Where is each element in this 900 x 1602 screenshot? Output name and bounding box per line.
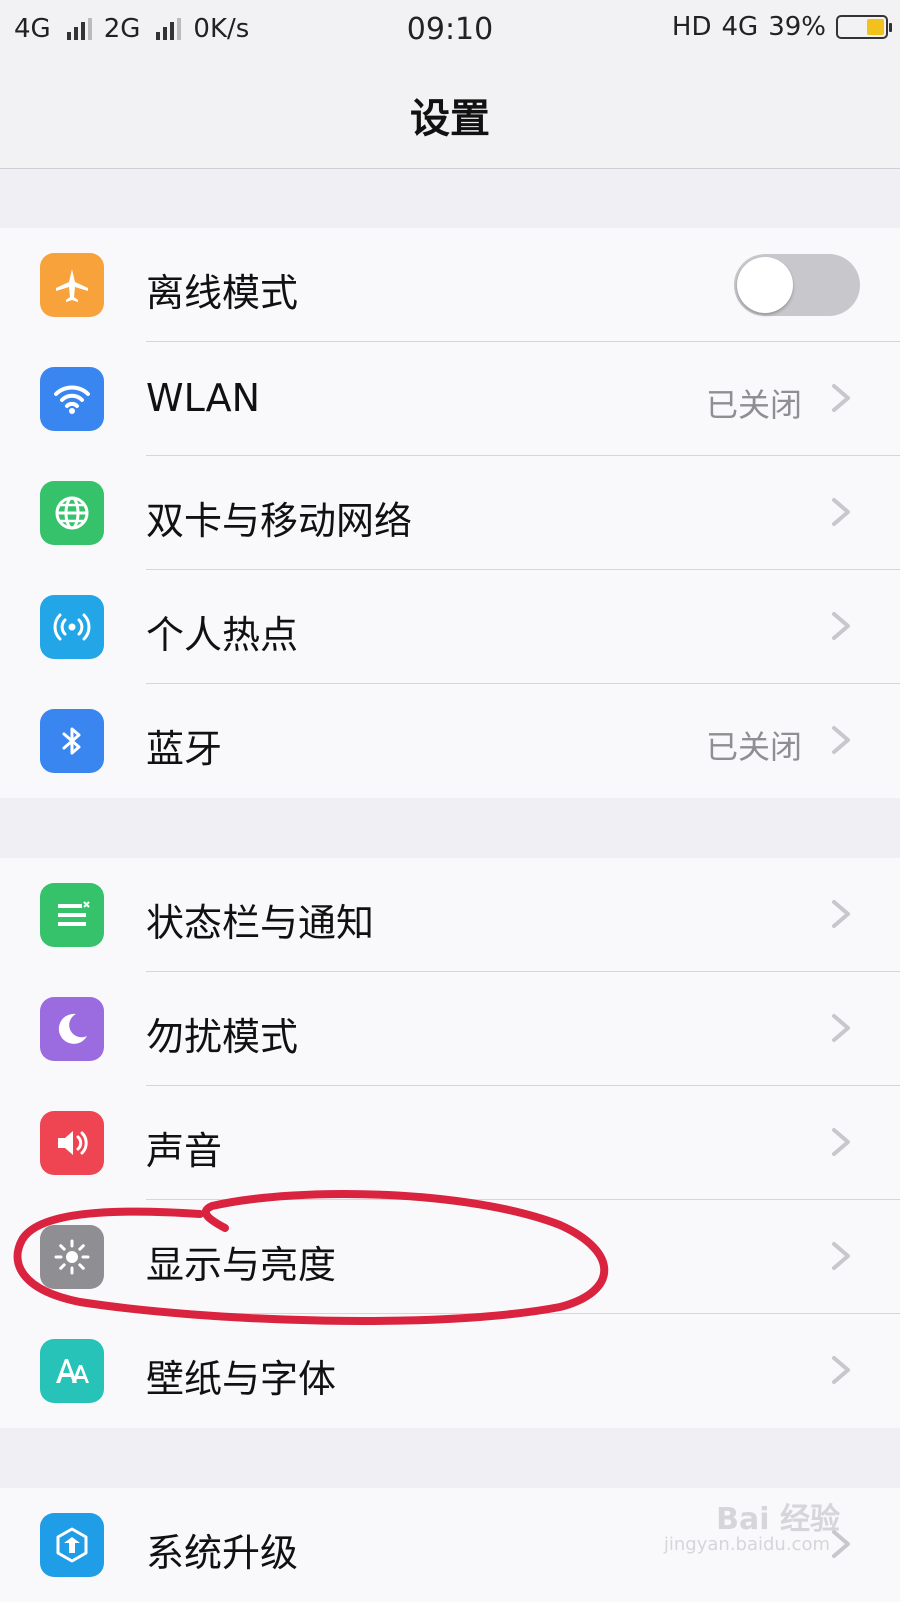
sun-icon — [40, 1225, 104, 1289]
settings-row-value: 已关闭 — [705, 386, 802, 424]
battery-percent: 39% — [768, 12, 826, 42]
watermark-url: jingyan.baidu.com — [663, 1534, 830, 1555]
airplane-mode-toggle[interactable] — [734, 254, 860, 316]
bluetooth-icon — [40, 709, 104, 773]
navigation-bar: 设置 — [0, 60, 900, 169]
settings-row-label: 声音 — [146, 1129, 223, 1173]
speaker-icon — [40, 1111, 104, 1175]
notification-list-icon — [40, 883, 104, 947]
hd-label: HD — [671, 12, 712, 42]
settings-row-do-not-disturb[interactable]: 勿扰模式 — [0, 972, 900, 1086]
settings-row-dual-sim[interactable]: 双卡与移动网络 — [0, 456, 900, 570]
upgrade-icon — [40, 1513, 104, 1577]
chevron-right-icon — [832, 1128, 850, 1156]
settings-row-label: 壁纸与字体 — [146, 1357, 337, 1401]
chevron-right-icon — [832, 900, 850, 928]
settings-group-network: 离线模式 WLAN 已关闭 双卡与移动网络 个人热点 蓝牙 已关闭 — [0, 228, 900, 798]
settings-row-bluetooth[interactable]: 蓝牙 已关闭 — [0, 684, 900, 798]
settings-row-label: 勿扰模式 — [146, 1015, 299, 1059]
chevron-right-icon — [832, 1356, 850, 1384]
settings-group-display: 状态栏与通知 勿扰模式 声音 显示与亮度 壁纸与字体 — [0, 858, 900, 1428]
chevron-right-icon — [832, 384, 850, 412]
battery-icon — [836, 15, 892, 39]
chevron-right-icon — [832, 498, 850, 526]
settings-row-wallpaper-fonts[interactable]: 壁纸与字体 — [0, 1314, 900, 1428]
toggle-knob — [737, 257, 793, 313]
chevron-right-icon — [832, 726, 850, 754]
battery-fill — [867, 19, 884, 35]
settings-row-status-bar-notifications[interactable]: 状态栏与通知 — [0, 858, 900, 972]
settings-row-wlan[interactable]: WLAN 已关闭 — [0, 342, 900, 456]
globe-icon — [40, 481, 104, 545]
settings-row-value: 已关闭 — [705, 728, 802, 766]
status-right: HD 4G 39% — [671, 12, 892, 42]
watermark-brand: Bai 经验 — [716, 1502, 840, 1537]
status-bar: 4G 2G 0K/s 09:10 HD 4G 39% — [0, 0, 900, 60]
page-title: 设置 — [410, 96, 490, 142]
lte-label: 4G — [721, 12, 759, 42]
settings-row-label: 蓝牙 — [146, 727, 223, 771]
settings-row-label: 双卡与移动网络 — [146, 499, 413, 543]
chevron-right-icon — [832, 612, 850, 640]
settings-row-display-brightness[interactable]: 显示与亮度 — [0, 1200, 900, 1314]
settings-row-label: 离线模式 — [146, 271, 299, 315]
settings-row-airplane-mode[interactable]: 离线模式 — [0, 228, 900, 342]
settings-row-label: 系统升级 — [146, 1531, 299, 1575]
settings-row-label: WLAN — [146, 376, 261, 420]
airplane-icon — [40, 253, 104, 317]
wifi-icon — [40, 367, 104, 431]
settings-row-sound[interactable]: 声音 — [0, 1086, 900, 1200]
hotspot-icon — [40, 595, 104, 659]
settings-row-label: 状态栏与通知 — [146, 901, 375, 945]
chevron-right-icon — [832, 1242, 850, 1270]
font-icon — [40, 1339, 104, 1403]
chevron-right-icon — [832, 1014, 850, 1042]
settings-row-label: 个人热点 — [146, 613, 299, 657]
moon-icon — [40, 997, 104, 1061]
settings-row-hotspot[interactable]: 个人热点 — [0, 570, 900, 684]
settings-row-label: 显示与亮度 — [146, 1243, 337, 1287]
